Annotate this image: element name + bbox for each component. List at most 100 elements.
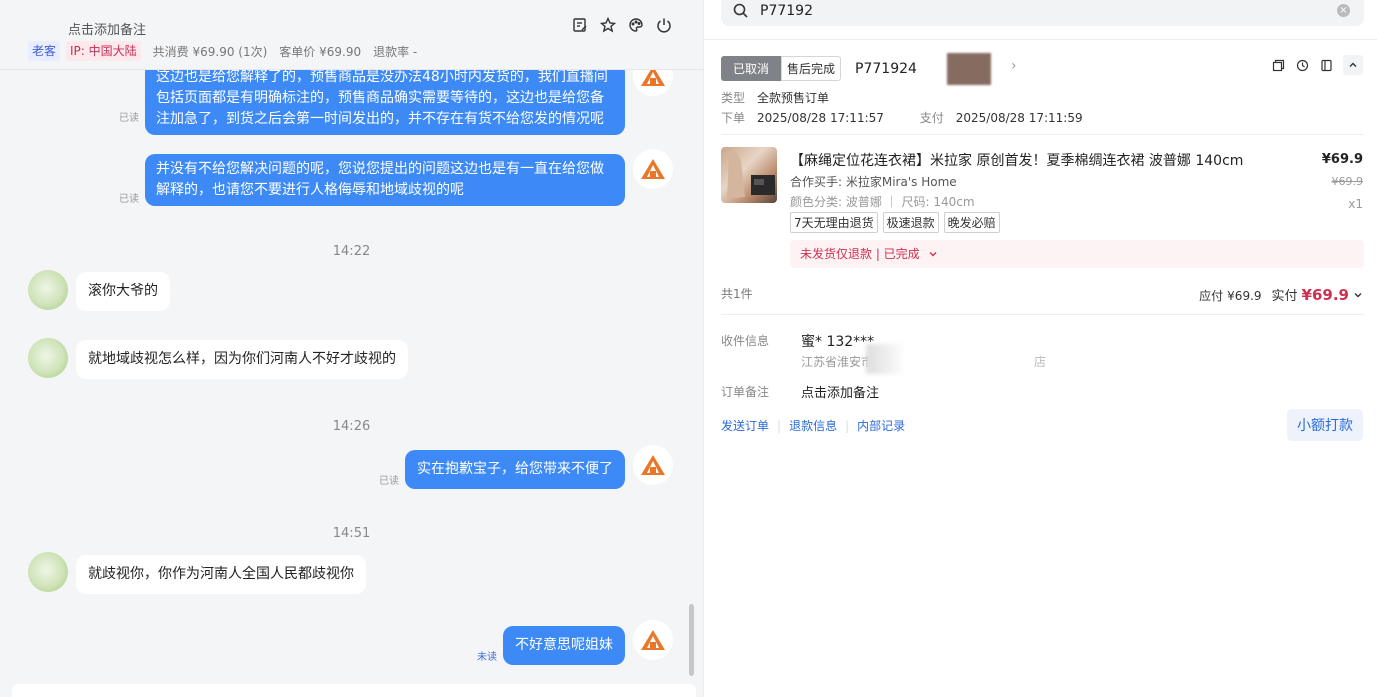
ip-location-tag: IP: 中国大陆	[66, 41, 141, 61]
panel-icon[interactable]	[1319, 58, 1333, 72]
receiver-name: 蜜* 132***	[801, 334, 875, 350]
service-badge: 晚发必赔	[943, 212, 1000, 233]
order-panel: P77192 × 已取消 售后完成 P771924 › 类型 全款预售订单 下单 2…	[703, 0, 1377, 697]
product-spec: 颜色分类: 波普娜 ｜ 尺码: 140cm	[790, 195, 975, 209]
shop-avatar	[633, 445, 673, 485]
read-status: 已读	[119, 194, 139, 205]
paid-time-label: 支付	[919, 111, 944, 125]
service-badge: 7天无理由退货	[790, 212, 878, 233]
message-text: 并没有不给您解决问题的呢，您说您提出的问题这边也是有一直在给您做解释的，也请您不…	[156, 161, 604, 198]
message-bubble-outgoing: 不好意思呢姐妹	[503, 626, 625, 665]
chevron-down-icon	[1354, 293, 1362, 298]
unread-status: 未读	[477, 652, 497, 663]
customer-avatar	[28, 338, 68, 378]
order-time-row: 下单 2025/08/28 17:11:57 支付 2025/08/28 17:11…	[721, 109, 1083, 126]
paid-actual-label: 实付	[1271, 289, 1298, 304]
product-image[interactable]	[721, 147, 777, 203]
timestamp: 14:26	[332, 419, 371, 434]
status-cancelled-badge: 已取消	[721, 56, 782, 81]
remark-add-link[interactable]: 点击添加备注	[801, 382, 879, 401]
message-text: 滚你大爷的	[88, 283, 158, 299]
message-text: 这边也是给您解释了的，预售商品是没办法48小时内发货的，我们直播间包括页面都是有…	[156, 69, 608, 127]
message-bubble-outgoing: 并没有不给您解决问题的呢，您说您提出的问题这边也是有一直在给您做解释的，也请您不…	[145, 154, 625, 206]
internal-record-link[interactable]: 内部记录	[857, 417, 905, 434]
customer-avatar	[28, 552, 68, 592]
payable-value: ¥69.9	[1227, 289, 1262, 303]
redacted-area	[866, 344, 906, 374]
receiver-label: 收件信息	[721, 334, 770, 348]
message-input[interactable]	[12, 684, 696, 697]
customer-avatar	[28, 270, 68, 310]
copy-icon[interactable]	[1271, 58, 1285, 72]
read-status: 已读	[119, 113, 139, 124]
clear-icon[interactable]: ×	[1337, 4, 1350, 17]
divider	[721, 314, 1364, 315]
star-icon[interactable]	[599, 16, 617, 34]
message-text: 不好意思呢姐妹	[515, 637, 613, 653]
order-number[interactable]: P771924	[855, 61, 917, 77]
refund-status-text: 未发货仅退款 | 已完成	[800, 247, 920, 261]
order-search-bar[interactable]: P77192 ×	[721, 0, 1364, 26]
shop-avatar	[633, 620, 673, 660]
redacted-area	[904, 349, 1034, 369]
divider	[721, 134, 1364, 135]
placed-time-label: 下单	[721, 111, 746, 125]
history-icon[interactable]	[1295, 58, 1309, 72]
timestamp: 14:51	[332, 526, 371, 541]
paid-actual-value: ¥69.9	[1301, 286, 1349, 304]
payable-label: 应付	[1199, 289, 1224, 303]
old-customer-tag: 老客	[28, 41, 61, 61]
product-title[interactable]: 【麻绳定位花连衣裙】米拉家 原创首发！夏季棉绸连衣裙 波普娜 140cm	[790, 150, 1243, 170]
chevron-down-icon	[929, 252, 937, 257]
search-icon	[733, 3, 748, 18]
message-bubble-outgoing: 实在抱歉宝子，给您带来不便了	[405, 450, 625, 489]
message-bubble-incoming: 就歧视你，你作为河南人全国人民都歧视你	[76, 555, 366, 594]
product-price: ¥69.9	[1321, 152, 1363, 167]
status-after-sale-badge: 售后完成	[781, 56, 842, 81]
redacted-area	[947, 53, 991, 85]
product-partner: 合作买手: 米拉家Mira's Home	[790, 175, 957, 189]
order-type-value: 全款预售订单	[757, 91, 830, 105]
order-type-label: 类型	[721, 91, 746, 105]
service-badge: 极速退款	[882, 212, 939, 233]
link-separator: |	[845, 418, 850, 433]
placed-time-value: 2025/08/28 17:11:57	[757, 111, 884, 125]
search-input[interactable]: P77192	[760, 3, 813, 19]
service-badges: 7天无理由退货 极速退款 晚发必赔	[790, 212, 1000, 233]
chat-panel: 这边也是给您解释了的，预售商品是没办法48小时内发货的，我们直播间包括页面都是有…	[0, 0, 703, 697]
message-text: 实在抱歉宝子，给您带来不便了	[417, 461, 613, 477]
message-bubble-outgoing: 这边也是给您解释了的，预售商品是没办法48小时内发货的，我们直播间包括页面都是有…	[145, 62, 625, 135]
link-separator: |	[777, 418, 782, 433]
order-type-row: 类型 全款预售订单	[721, 89, 829, 106]
customer-info-header: 点击添加备注 老客 IP: 中国大陆 共消费 ¥69.90 (1次) 客单价 ¥…	[0, 0, 703, 70]
shop-avatar	[633, 149, 673, 189]
product-original-price: ¥69.9	[1331, 175, 1364, 188]
message-bubble-incoming: 滚你大爷的	[76, 272, 170, 311]
remark-label: 订单备注	[721, 385, 770, 399]
divider	[704, 39, 1377, 40]
send-order-link[interactable]: 发送订单	[721, 417, 769, 434]
order-total[interactable]: 应付 ¥69.9 实付 ¥69.9	[1199, 285, 1363, 304]
customer-tags: 老客 IP: 中国大陆 共消费 ¥69.90 (1次) 客单价 ¥69.90 退…	[28, 41, 417, 61]
paid-time-value: 2025/08/28 17:11:59	[955, 111, 1083, 125]
refund-rate: 退款率 -	[373, 44, 418, 59]
small-payment-button[interactable]: 小额打款	[1287, 409, 1363, 441]
refund-status-bar[interactable]: 未发货仅退款 | 已完成	[790, 240, 1364, 268]
chat-scrollbar[interactable]	[689, 604, 694, 676]
palette-icon[interactable]	[627, 16, 645, 34]
message-text: 就歧视你，你作为河南人全国人民都歧视你	[88, 566, 354, 582]
refund-info-link[interactable]: 退款信息	[789, 417, 837, 434]
total-spent: 共消费 ¥69.90 (1次)	[152, 44, 268, 59]
receiver-address-tail: 店	[1034, 355, 1047, 369]
read-status: 已读	[379, 476, 399, 487]
chevron-up-icon[interactable]	[1343, 55, 1363, 75]
chevron-right-icon[interactable]: ›	[1011, 58, 1017, 74]
message-bubble-incoming: 就地域歧视怎么样，因为你们河南人不好才歧视的	[76, 340, 408, 379]
message-text: 就地域歧视怎么样，因为你们河南人不好才歧视的	[88, 351, 396, 367]
timestamp: 14:22	[332, 244, 371, 259]
power-icon[interactable]	[655, 16, 673, 34]
item-count: 共1件	[721, 287, 753, 301]
order-action-links: 发送订单 | 退款信息 | 内部记录	[721, 417, 905, 434]
add-note-link[interactable]: 点击添加备注	[68, 19, 146, 38]
notes-icon[interactable]	[571, 16, 589, 34]
